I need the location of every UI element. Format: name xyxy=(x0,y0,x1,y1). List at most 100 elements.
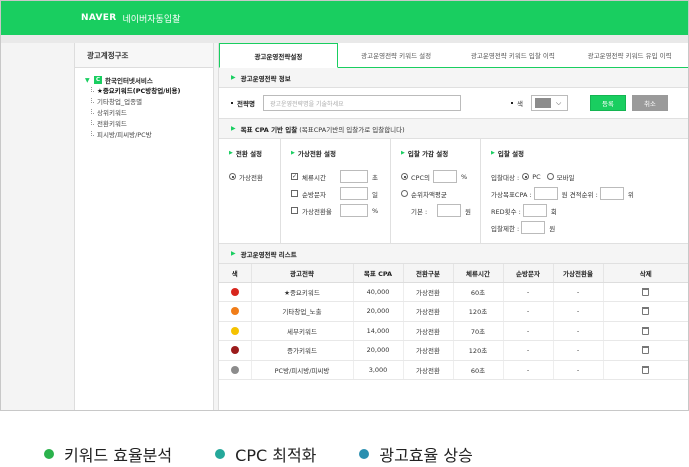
table-row[interactable]: 세부키워드 14,000 가상전환 70초 - - xyxy=(219,321,688,341)
cpc-option-row: CPC의 % xyxy=(401,168,480,185)
base-input[interactable] xyxy=(437,204,461,217)
tab-bar: 광고운영전략설정 광고운영전략 키워드 설정 광고운영전략 키워드 입찰 이력 … xyxy=(219,43,688,68)
strategy-cell: ★중요키워드 xyxy=(251,282,354,302)
table-row[interactable]: PC방/피시방/피씨방 3,000 가상전환 60초 - - xyxy=(219,360,688,380)
conversion-settings: ▶ 전환 설정 가상전환 xyxy=(219,139,281,243)
rank-input[interactable] xyxy=(599,187,624,200)
column-header: 광고전략 xyxy=(251,264,354,283)
conversion-title-text: 전환 설정 xyxy=(235,150,263,158)
unique-visitor-row: 순방문자 일 xyxy=(291,185,390,202)
red-count-input[interactable] xyxy=(522,204,547,217)
radio-icon[interactable] xyxy=(401,190,408,197)
conversion-option-label: 가상전환 xyxy=(239,173,263,182)
rate-cell: - xyxy=(553,360,604,380)
delete-cell[interactable] xyxy=(603,282,688,302)
trash-icon[interactable] xyxy=(642,326,650,335)
table-row[interactable]: 기타창업_노출 20,000 가상전환 120초 - - xyxy=(219,301,688,322)
column-header: 체류시간 xyxy=(453,264,504,283)
rank-diff-option-label: 순위차액평균 xyxy=(411,190,447,199)
tree-item-other-startup[interactable]: 기타창업_업종별 xyxy=(85,97,213,108)
bid-limit-label: 입찰제한 : xyxy=(491,224,520,233)
legend-item-cpc: CPC 최적화 xyxy=(215,442,316,466)
red-count-label: RED횟수 : xyxy=(491,207,521,216)
delete-cell[interactable] xyxy=(603,321,688,341)
color-select[interactable]: ⌵ xyxy=(530,95,568,111)
virtual-rate-input[interactable] xyxy=(340,204,368,217)
rate-cell: - xyxy=(553,301,604,322)
table-row[interactable]: ★중요키워드 40,000 가상전환 60초 - - xyxy=(219,282,688,302)
trash-icon[interactable] xyxy=(642,307,650,316)
tab-bid-history[interactable]: 광고운영전략 키워드 입찰 이력 xyxy=(455,43,572,67)
header-band xyxy=(1,35,688,43)
checkbox-icon[interactable] xyxy=(291,207,298,214)
column-header: 전환구분 xyxy=(403,264,454,283)
checkbox-icon[interactable] xyxy=(291,190,298,197)
bid-target-label: 입찰대상 : xyxy=(491,173,520,182)
table-row[interactable]: 증가키워드 20,000 가상전환 120초 - - xyxy=(219,340,688,361)
cancel-button[interactable]: 취소 xyxy=(631,95,668,111)
page-body: 광고계정구조 ▼ C 한국인터넷서비스 ★중요키워드(PC방창업/비용) 기타창… xyxy=(1,43,688,410)
legend-label: 광고효율 상승 xyxy=(379,446,473,465)
delete-cell[interactable] xyxy=(603,301,688,322)
strategy-name-input[interactable]: 광고운영전략명을 기술하세요 xyxy=(262,95,461,111)
tree-item-pc-bang[interactable]: 피시방/피씨방/PC방 xyxy=(85,130,213,141)
delete-cell[interactable] xyxy=(603,340,688,361)
radio-selected-icon[interactable] xyxy=(401,173,408,180)
strategy-cell: 증가키워드 xyxy=(251,340,354,361)
bid-adjust-title: ▶ 입찰 가감 설정 xyxy=(401,148,480,158)
account-structure-sidebar: 광고계정구조 ▼ C 한국인터넷서비스 ★중요키워드(PC방창업/비용) 기타창… xyxy=(74,43,214,410)
strategy-name-label: 전략명 xyxy=(237,100,255,108)
triangle-right-icon: ▶ xyxy=(229,150,233,156)
radio-selected-icon[interactable] xyxy=(522,173,530,180)
tree-line-icon xyxy=(91,109,94,114)
unique-visitor-input[interactable] xyxy=(340,187,368,200)
tree-item-top-keywords[interactable]: 상위키워드 xyxy=(85,108,213,119)
bid-settings: ▶ 입찰 설정 입찰대상 : PC 모바일 가상목표CPA : 원 견적순위:… xyxy=(481,139,688,243)
radio-selected-icon[interactable] xyxy=(229,173,236,180)
tree-line-icon xyxy=(91,87,94,92)
trash-icon[interactable] xyxy=(642,287,650,296)
rate-cell: - xyxy=(553,340,604,361)
cpc-option-label: CPC의 xyxy=(411,173,430,182)
chevron-down-icon: ⌵ xyxy=(555,98,562,107)
type-cell: 가상전환 xyxy=(403,340,454,361)
stay-cell: 120초 xyxy=(453,301,504,322)
strategy-cell: PC방/피시방/피씨방 xyxy=(251,360,354,380)
delete-cell[interactable] xyxy=(603,360,688,380)
red-count-row: RED횟수 : 회 xyxy=(491,202,688,219)
color-label: 색 xyxy=(516,100,523,108)
tab-inflow-history[interactable]: 광고운영전략 키워드 유입 이력 xyxy=(571,43,688,67)
tab-strategy-settings[interactable]: 광고운영전략설정 xyxy=(219,43,338,68)
column-header: 삭제 xyxy=(603,264,688,283)
tree-item-label: 전환키워드 xyxy=(97,120,127,128)
trash-icon[interactable] xyxy=(642,365,650,374)
bid-adjust-settings: ▶ 입찰 가감 설정 CPC의 % 순위차액평균 기본 : 원 xyxy=(391,139,481,243)
tree-item-conversion-keywords[interactable]: 전환키워드 xyxy=(85,119,213,130)
stay-cell: 120초 xyxy=(453,340,504,361)
stay-time-input[interactable] xyxy=(340,170,368,183)
rank-label: 견적순위 : xyxy=(569,190,598,199)
unique-cell: - xyxy=(503,282,554,302)
conversion-option[interactable]: 가상전환 xyxy=(229,168,280,185)
register-button[interactable]: 등록 xyxy=(589,95,626,111)
strategy-table-body: ★중요키워드 40,000 가상전환 60초 - - 기타창업_노출 20,000 가상전환 12… xyxy=(219,282,688,380)
virtual-cpa-input[interactable] xyxy=(533,187,558,200)
unit-label: 회 xyxy=(550,207,557,216)
tree-item-important-keywords[interactable]: ★중요키워드(PC방창업/비용) xyxy=(85,86,213,97)
tree-root-account[interactable]: ▼ C 한국인터넷서비스 xyxy=(85,74,213,86)
cpc-percent-input[interactable] xyxy=(433,170,457,183)
stay-cell: 60초 xyxy=(453,360,504,380)
tree-item-label: 기타창업_업종별 xyxy=(97,98,143,106)
trash-icon[interactable] xyxy=(642,346,650,355)
virtual-title: ▶ 가상전환 설정 xyxy=(291,148,390,158)
cpa-cell: 20,000 xyxy=(353,340,404,361)
tab-keyword-settings[interactable]: 광고운영전략 키워드 설정 xyxy=(338,43,455,67)
type-cell: 가상전환 xyxy=(403,321,454,341)
radio-icon[interactable] xyxy=(546,173,554,180)
legend-item-keyword: 키워드 효율분석 xyxy=(44,442,172,466)
caret-down-icon[interactable]: ▼ xyxy=(85,77,94,84)
type-cell: 가상전환 xyxy=(403,301,454,322)
bid-limit-input[interactable] xyxy=(521,221,546,234)
checkbox-checked-icon[interactable]: ✓ xyxy=(291,173,298,180)
bid-target-row: 입찰대상 : PC 모바일 xyxy=(491,168,688,185)
